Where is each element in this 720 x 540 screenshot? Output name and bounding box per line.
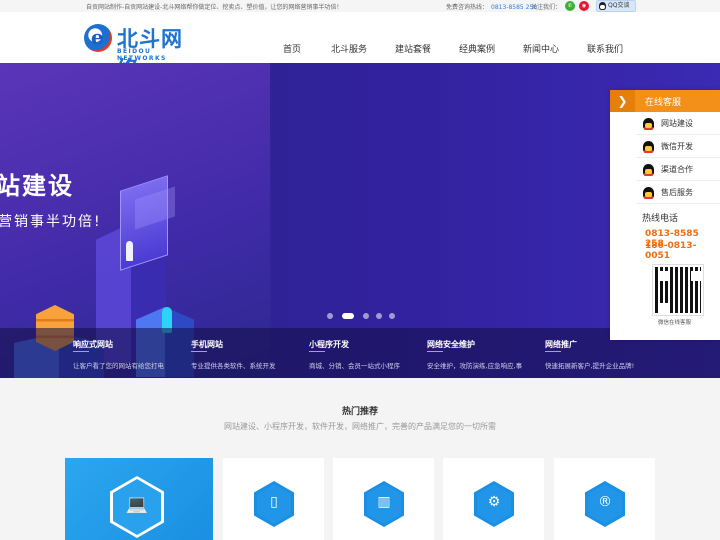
product-card-mobile[interactable]: ▯ [223,458,324,540]
mobile-icon: ▯ [254,481,294,527]
feature-desc: 让客户看了您的网站有给您打电 [73,362,164,370]
section-subtitle: 网站建设、小程序开发，软件开发，网络推广，完善的产品满足您的一切所需 [224,422,496,431]
feature-security[interactable]: 网络安全维护 安全维护，攻防演练,应急响应,事 [427,328,545,378]
feature-underline [545,351,561,352]
qq-chat-label: QQ交谈 [608,2,630,9]
wechat-icon[interactable]: ✆ [565,1,575,11]
hotline-label: 免费咨询热线： [446,4,489,11]
slider-dot-1[interactable] [327,313,333,319]
qq-icon [643,118,654,130]
banner-subline: 营销事半功倍! [0,214,102,230]
qq-icon [643,187,654,199]
logo[interactable]: 北斗网络 BEIDOU NETWORKS [84,24,204,81]
nav-item-home[interactable]: 首页 [283,42,301,55]
laptop-icon: 💻 [110,476,164,538]
product-card-brand[interactable]: ® [554,458,655,540]
banner-headline: 站建设 [0,172,74,200]
qq-icon [599,2,606,10]
qq-chat-button[interactable]: QQ交谈 [596,0,636,12]
chart-icon: ▥ [364,481,404,527]
logo-mark-icon [84,24,112,52]
nav-item-news[interactable]: 新闻中心 [523,42,559,55]
slider-dot-2-active[interactable] [342,313,354,319]
weibo-icon[interactable]: ◉ [579,1,589,11]
slider-dot-3[interactable] [363,313,369,319]
slider-dot-4[interactable] [376,313,382,319]
site-intro-text: 自贡网站制作-自贡网站建设-北斗网络帮你做定位、挖卖点、塑价值，让您的网络营销事… [86,4,343,11]
qq-icon [643,164,654,176]
service-left-strip [610,112,636,340]
online-service-panel: ❯ 在线客服 网站建设 微信开发 渠道合作 售后服务 热线电话 0813-858… [610,90,720,340]
service-header[interactable]: ❯ 在线客服 [610,90,720,112]
feature-mobile[interactable]: 手机网站 专业提供各类软件、系统开发 [191,328,309,378]
feature-responsive[interactable]: 响应式网站 让客户看了您的网站有给您打电 [73,328,191,378]
service-item-aftersale[interactable]: 售后服务 [636,181,720,204]
feature-miniprogram[interactable]: 小程序开发 商城、分销、会员一站式小程序 [309,328,427,378]
chevron-right-icon[interactable]: ❯ [610,90,635,112]
logo-en-text: BEIDOU NETWORKS [117,48,167,62]
service-item-label: 网站建设 [661,119,693,128]
hotline: 免费咨询热线： 0813-8585 258 [446,2,537,11]
product-card-analytics[interactable]: ▥ [333,458,434,540]
feature-underline [427,351,443,352]
feature-title: 手机网站 [191,340,223,349]
qr-caption: 微信在线客服 [658,320,692,326]
feature-desc: 快速拓展新客户,提升企业品牌! [545,362,635,370]
feature-desc: 商城、分销、会员一站式小程序 [309,362,400,370]
follow-label: 关注我们： [531,4,562,11]
service-item-label: 渠道合作 [661,165,693,174]
service-item-channel[interactable]: 渠道合作 [636,158,720,181]
isometric-person-standing [126,241,133,261]
qq-icon [643,141,654,153]
hotline-title: 热线电话 [642,214,679,224]
nav-item-packages[interactable]: 建站套餐 [395,42,431,55]
feature-title: 网络安全维护 [427,340,475,349]
nav-item-cases[interactable]: 经典案例 [459,42,495,55]
feature-underline [191,351,207,352]
service-item-wechat[interactable]: 微信开发 [636,135,720,158]
slider-dot-5[interactable] [389,313,395,319]
registered-icon: ® [585,481,625,527]
feature-title: 响应式网站 [73,340,113,349]
service-item-label: 售后服务 [661,188,693,197]
service-item-label: 微信开发 [661,142,693,151]
service-item-website[interactable]: 网站建设 [636,112,720,135]
wechat-qr-code [652,264,704,316]
feature-underline [73,351,89,352]
product-card-website[interactable]: 💻 [65,458,213,540]
feature-desc: 安全维护，攻防演练,应急响应,事 [427,362,523,370]
nav-item-contact[interactable]: 联系我们 [587,42,623,55]
section-title: 热门推荐 [341,407,378,417]
feature-title: 网络推广 [545,340,577,349]
service-title: 在线客服 [645,98,682,108]
nav-item-services[interactable]: 北斗服务 [331,42,367,55]
hotline-phone-2[interactable]: 186-0813-0051 [645,241,720,261]
product-card-development[interactable]: ⚙ [443,458,544,540]
feature-desc: 专业提供各类软件、系统开发 [191,362,276,370]
feature-title: 小程序开发 [309,340,349,349]
top-bar: 自贡网站制作-自贡网站建设-北斗网络帮你做定位、挖卖点、塑价值，让您的网络营销事… [0,0,720,12]
feature-underline [309,351,325,352]
header: 北斗网络 BEIDOU NETWORKS 首页 北斗服务 建站套餐 经典案例 新… [0,12,720,81]
gear-icon: ⚙ [474,481,514,527]
